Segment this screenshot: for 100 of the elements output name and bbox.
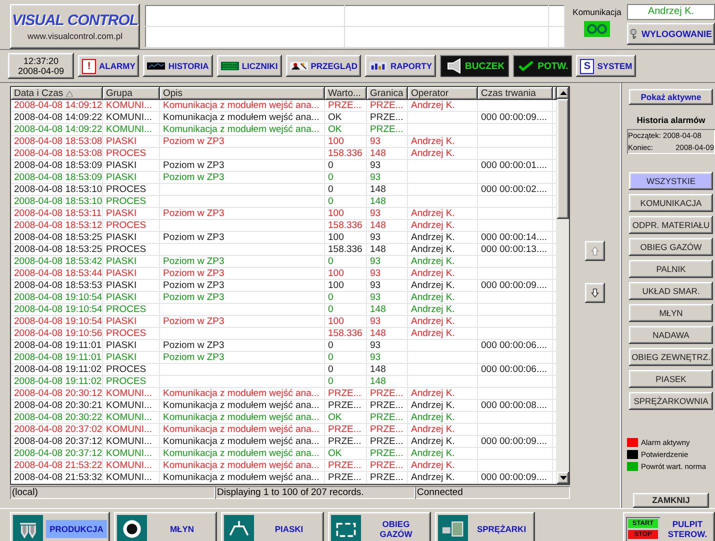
table-cell: 2008-04-08 18:53:08 xyxy=(11,148,103,160)
filter-button[interactable]: NADAWA xyxy=(629,326,713,344)
table-cell: PIASKI xyxy=(103,352,160,364)
close-button[interactable]: ZAMKNIJ xyxy=(633,492,709,508)
table-cell xyxy=(408,172,478,184)
scrollbar[interactable] xyxy=(557,87,569,484)
toolbar-button[interactable]: RAPORTY xyxy=(365,55,436,77)
table-cell: Poziom w ZP3 xyxy=(160,256,325,268)
table-cell: 2008-04-08 19:10:54 xyxy=(11,316,103,328)
table-cell: 93 xyxy=(367,292,408,304)
filter-button[interactable]: OBIEG GAZÓW xyxy=(629,238,713,256)
show-active-button[interactable]: Pokaż aktywne xyxy=(629,89,713,104)
table-cell: PIASKI xyxy=(103,232,160,244)
toolbar-button[interactable]: POTW. xyxy=(512,55,572,77)
table-cell: 0 xyxy=(325,304,367,316)
table-cell: 2008-04-08 19:11:01 xyxy=(11,340,103,352)
table-cell: Poziom w ZP3 xyxy=(160,136,325,148)
column-header[interactable]: Opis xyxy=(160,87,325,100)
column-header[interactable]: Czas trwania xyxy=(478,87,553,100)
table-cell: 2008-04-08 20:37:12 xyxy=(11,436,103,448)
table-cell: 2008-04-08 18:53:11 xyxy=(11,208,103,220)
toolbar-button[interactable]: S SYSTEM xyxy=(576,55,636,77)
table-cell: 000 00:00:09.... xyxy=(478,280,553,292)
table-cell: PIASKI xyxy=(103,340,160,352)
table-cell: PIASKI xyxy=(103,268,160,280)
table-cell: Komunikacja z modułem wejść ana... xyxy=(160,112,325,124)
table-cell: Poziom w ZP3 xyxy=(160,208,325,220)
table-cell: PROCES xyxy=(103,220,160,232)
column-header[interactable]: Grupa xyxy=(103,87,160,100)
table-cell: KOMUNI... xyxy=(103,472,160,484)
table-cell: Andrzej K. xyxy=(408,472,478,484)
table-cell: Komunikacja z modułem wejść ana... xyxy=(160,424,325,436)
table-cell: 148 xyxy=(367,376,408,388)
table-cell: OK xyxy=(325,448,367,460)
filter-button[interactable]: MŁYN xyxy=(629,304,713,322)
table-cell: 158.336 xyxy=(325,148,367,160)
scroll-up-button[interactable] xyxy=(585,241,605,261)
table-cell: 2008-04-08 20:37:02 xyxy=(11,424,103,436)
column-header[interactable]: Warto... xyxy=(325,87,367,100)
filter-button[interactable]: KOMUNIKACJA xyxy=(629,194,713,212)
table-cell: 2008-04-08 18:53:09 xyxy=(11,172,103,184)
table-cell: Andrzej K. xyxy=(408,424,478,436)
nav-button[interactable]: OBIEG GAZÓW xyxy=(328,512,431,541)
table-cell: 2008-04-08 18:53:09 xyxy=(11,160,103,172)
table-cell: 93 xyxy=(367,172,408,184)
table-cell: PRZE... xyxy=(367,388,408,400)
table-cell: Andrzej K. xyxy=(408,328,478,340)
table-cell: KOMUNI... xyxy=(103,124,160,136)
toolbar-button[interactable]: BUCZEK xyxy=(440,55,509,77)
table-cell: Poziom w ZP3 xyxy=(160,316,325,328)
table-cell: Poziom w ZP3 xyxy=(160,340,325,352)
column-header[interactable]: Granica xyxy=(367,87,408,100)
table-cell: PRZE... xyxy=(325,460,367,472)
toolbar-button[interactable]: ! ALARMY xyxy=(78,55,140,77)
table-cell xyxy=(408,352,478,364)
logout-button[interactable]: WYLOGOWANIE xyxy=(627,23,715,45)
table-cell: PIASKI xyxy=(103,208,160,220)
nav-button[interactable]: SPRĘŻARKI xyxy=(435,512,535,541)
table-cell: PRZE... xyxy=(367,436,408,448)
table-cell: 2008-04-08 19:11:02 xyxy=(11,364,103,376)
filter-button[interactable]: SPRĘŻARKOWNIA xyxy=(629,392,713,410)
toolbar-button[interactable]: PRZEGLĄD xyxy=(286,55,362,77)
panel-title: Historia alarmów xyxy=(636,114,706,124)
filter-button[interactable]: PALNIK xyxy=(629,260,713,278)
table-cell: KOMUNI... xyxy=(103,436,160,448)
filter-button[interactable]: WSZYSTKIE xyxy=(629,172,713,190)
table-cell: 158.336 xyxy=(325,220,367,232)
table-cell: KOMUNI... xyxy=(103,460,160,472)
nav-button[interactable]: PIASKI xyxy=(221,512,324,541)
website-url: www.visualcontrol.com.pl xyxy=(28,31,122,41)
table-cell: 2008-04-08 18:53:12 xyxy=(11,220,103,232)
filter-button[interactable]: OBIEG ZEWNĘTRZ. xyxy=(629,348,713,366)
table-cell: 148 xyxy=(367,244,408,256)
table-cell xyxy=(408,196,478,208)
filter-button[interactable]: PIASEK xyxy=(629,370,713,388)
status-text: Displaying 1 to 100 of 207 records. xyxy=(215,486,415,499)
table-cell: PRZE... xyxy=(367,124,408,136)
table-cell: Andrzej K. xyxy=(408,256,478,268)
table-cell: 100 xyxy=(325,268,367,280)
table-cell: KOMUNI... xyxy=(103,112,160,124)
nav-button[interactable]: PRODUKCJA xyxy=(10,512,110,541)
table-cell: PROCES xyxy=(103,148,160,160)
table-cell: PIASKI xyxy=(103,280,160,292)
toolbar-button[interactable]: HISTORIA xyxy=(143,55,213,77)
table-cell: 000 00:00:13.... xyxy=(478,244,553,256)
scroll-down-button[interactable] xyxy=(585,283,605,303)
toolbar-button[interactable]: LICZNIKI xyxy=(216,55,282,77)
column-header[interactable]: Operator xyxy=(408,87,478,100)
filter-button[interactable]: UKŁAD SMAR. xyxy=(629,282,713,300)
table-cell: 93 xyxy=(367,160,408,172)
filter-button[interactable]: ODPR. MATERIAŁU xyxy=(629,216,713,234)
status-text: Connected xyxy=(415,486,570,499)
table-cell: KOMUNI... xyxy=(103,448,160,460)
table-cell xyxy=(408,160,478,172)
nav-button[interactable]: MŁYN xyxy=(114,512,217,541)
table-cell: 100 xyxy=(325,136,367,148)
table-cell: 148 xyxy=(367,328,408,340)
table-cell xyxy=(408,124,478,136)
table-cell: 0 xyxy=(325,292,367,304)
table-cell: PROCES xyxy=(103,328,160,340)
